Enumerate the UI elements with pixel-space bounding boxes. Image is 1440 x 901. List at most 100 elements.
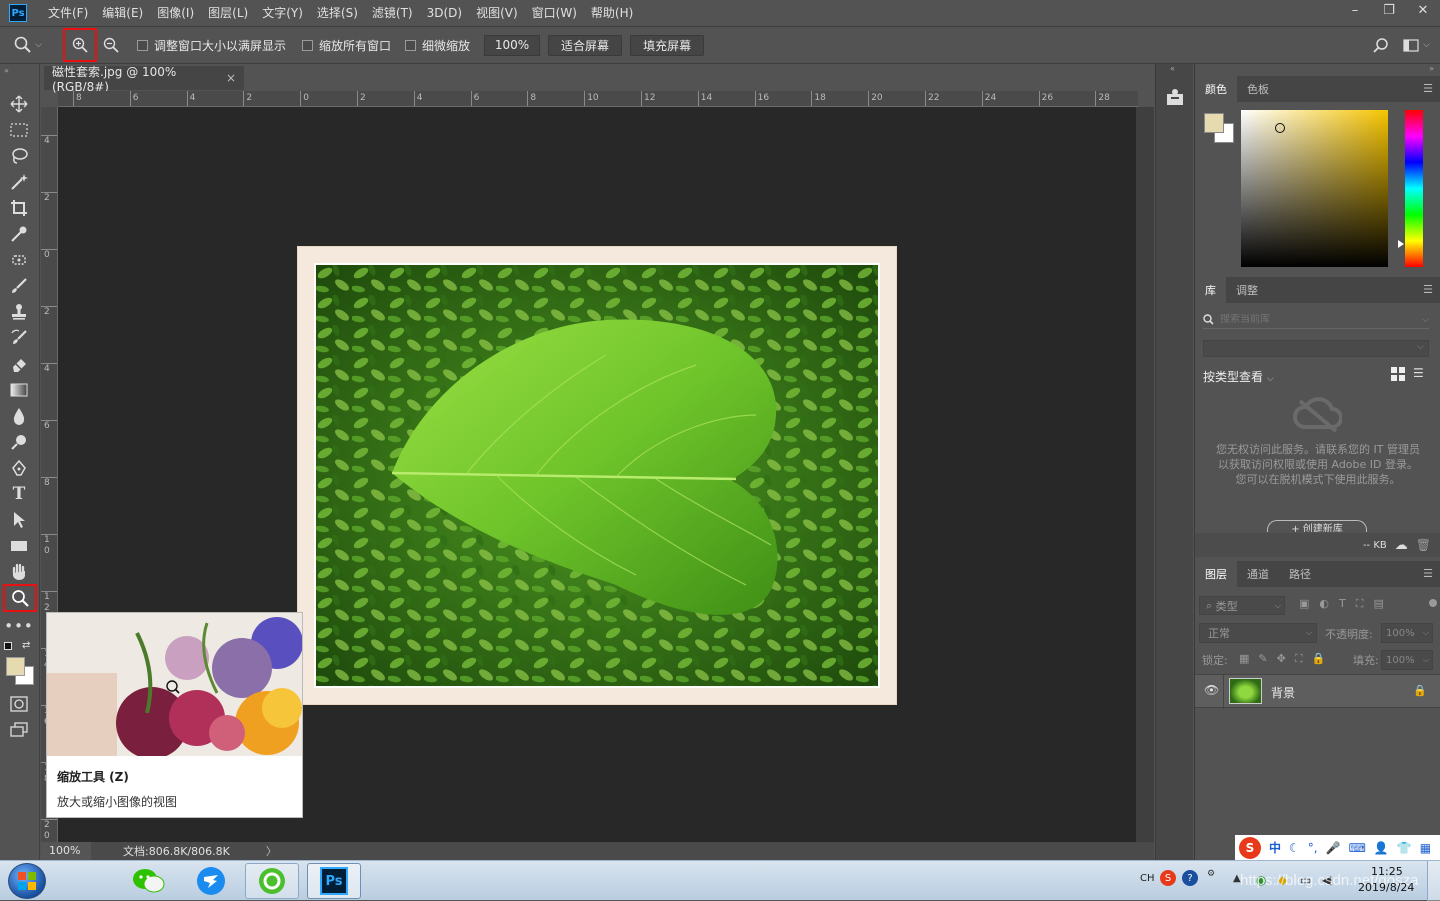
tab-paths[interactable]: 路径	[1279, 561, 1321, 587]
magic-wand-tool[interactable]	[6, 170, 32, 194]
library-search-input[interactable]	[1220, 314, 1410, 325]
opacity-field[interactable]: 100% ⌵	[1381, 623, 1433, 643]
zoom-level-field[interactable]: 100%	[41, 842, 91, 860]
lock-artboard-icon[interactable]: ⛶	[1295, 652, 1303, 666]
punctuation-icon[interactable]: °,	[1308, 841, 1318, 855]
user-icon[interactable]: 👤	[1374, 841, 1389, 855]
ime-mode[interactable]: 中	[1269, 839, 1281, 856]
show-desktop-button[interactable]	[1427, 861, 1440, 901]
fit-screen-button[interactable]: 适合屏幕	[548, 34, 623, 56]
menu-edit[interactable]: 编辑(E)	[95, 0, 150, 26]
sogou-tray-icon[interactable]: S	[1160, 870, 1176, 886]
learn-panel-button[interactable]	[1166, 88, 1184, 109]
fill-field[interactable]: 100% ⌵	[1381, 650, 1433, 670]
panel-menu-icon[interactable]: ☰	[1423, 283, 1433, 296]
panel-menu-icon[interactable]: ☰	[1423, 567, 1433, 580]
tab-libraries[interactable]: 库	[1195, 277, 1226, 303]
menu-help[interactable]: 帮助(H)	[584, 0, 640, 26]
crop-tool[interactable]	[6, 196, 32, 220]
zoom-value-button[interactable]: 100%	[484, 34, 541, 56]
adjustment-filter-icon[interactable]: ◐	[1319, 597, 1329, 611]
create-library-button[interactable]: + 创建新库	[1267, 520, 1367, 532]
rectangle-tool[interactable]	[6, 534, 32, 558]
scrubby-zoom-checkbox[interactable]: 细微缩放	[405, 37, 470, 54]
grid-view-icon[interactable]	[1391, 367, 1405, 381]
collapse-right-icon[interactable]: »	[1429, 64, 1434, 73]
menu-select[interactable]: 选择(S)	[310, 0, 365, 26]
sogou-logo-icon[interactable]: S	[1239, 836, 1261, 859]
image-filter-icon[interactable]: ▣	[1299, 597, 1309, 611]
menu-type[interactable]: 文字(Y)	[255, 0, 310, 26]
color-picker-cursor[interactable]	[1275, 123, 1285, 133]
type-filter-icon[interactable]: T	[1339, 597, 1346, 611]
vertical-scrollbar[interactable]	[1136, 107, 1154, 842]
collapse-panels-icon[interactable]: «	[1170, 64, 1175, 73]
fill-screen-button[interactable]: 填充屏幕	[630, 34, 705, 56]
tab-adjustments[interactable]: 调整	[1226, 277, 1268, 303]
collapse-toolbar-icon[interactable]: »	[4, 66, 9, 75]
menu-view[interactable]: 视图(V)	[469, 0, 525, 26]
list-view-icon[interactable]: ☰	[1413, 366, 1424, 380]
menu-layer[interactable]: 图层(L)	[201, 0, 255, 26]
menu-file[interactable]: 文件(F)	[41, 0, 95, 26]
help-icon[interactable]: ?	[1182, 870, 1198, 886]
minimize-button[interactable]: –	[1338, 0, 1372, 20]
smart-object-filter-icon[interactable]: ▤	[1373, 597, 1383, 611]
zoom-in-button[interactable]	[63, 28, 97, 62]
workspace-switcher[interactable]: ⌵	[1403, 38, 1430, 52]
hand-tool[interactable]	[6, 560, 32, 584]
dodge-tool[interactable]	[6, 430, 32, 454]
tab-color[interactable]: 颜色	[1195, 76, 1237, 102]
panel-menu-icon[interactable]: ☰	[1423, 82, 1433, 95]
menu-window[interactable]: 窗口(W)	[525, 0, 584, 26]
quick-mask-button[interactable]	[6, 692, 32, 716]
language-indicator[interactable]: CH	[1140, 873, 1155, 884]
zoom-all-checkbox[interactable]: 缩放所有窗口	[302, 37, 391, 54]
eraser-tool[interactable]	[6, 352, 32, 376]
tool-preset-picker[interactable]: ⌵	[6, 36, 50, 54]
restore-button[interactable]: ❐	[1372, 0, 1406, 20]
close-window-button[interactable]: ✕	[1406, 0, 1440, 20]
skin-icon[interactable]: 👕	[1397, 841, 1412, 855]
hue-slider-handle[interactable]	[1398, 240, 1404, 248]
filter-toggle-icon[interactable]	[1429, 599, 1437, 607]
pen-tool[interactable]	[6, 456, 32, 480]
color-swatches[interactable]: ⇄	[4, 640, 36, 690]
status-menu-arrow[interactable]: 〉	[266, 843, 277, 859]
default-colors-icon[interactable]	[4, 642, 12, 650]
zoom-out-button[interactable]	[99, 33, 123, 57]
tab-layers[interactable]: 图层	[1195, 561, 1237, 587]
type-tool[interactable]: T	[6, 482, 32, 506]
library-search-field[interactable]: ⌵	[1203, 311, 1429, 329]
taskbar-wechat[interactable]	[122, 863, 176, 899]
swap-colors-icon[interactable]: ⇄	[22, 640, 30, 651]
moon-icon[interactable]: ☾	[1289, 841, 1300, 855]
edit-toolbar-button[interactable]: •••	[4, 614, 33, 638]
gradient-tool[interactable]	[6, 378, 32, 402]
layer-row-background[interactable]: 👁 背景 🔒	[1195, 674, 1440, 709]
lock-brush-icon[interactable]: ✎	[1258, 652, 1267, 666]
document-tab[interactable]: 磁性套索.jpg @ 100%(RGB/8#) ×	[44, 65, 244, 94]
taskbar-photoshop[interactable]: Ps	[307, 863, 361, 899]
cloud-sync-icon[interactable]: ☁	[1395, 538, 1408, 553]
menu-filter[interactable]: 滤镜(T)	[365, 0, 420, 26]
tray-options-icon[interactable]: ⚙	[1207, 869, 1215, 879]
lock-all-icon[interactable]: 🔒	[1312, 652, 1326, 666]
lock-position-icon[interactable]: ✥	[1277, 652, 1286, 666]
search-icon[interactable]	[1373, 37, 1389, 53]
tab-channels[interactable]: 通道	[1237, 561, 1279, 587]
menu-image[interactable]: 图像(I)	[150, 0, 201, 26]
menu-3d[interactable]: 3D(D)	[420, 0, 469, 26]
tab-swatches[interactable]: 色板	[1237, 76, 1279, 102]
color-field[interactable]	[1241, 110, 1388, 267]
start-button[interactable]	[8, 863, 46, 899]
taskbar-dingtalk[interactable]	[184, 863, 238, 899]
lasso-tool[interactable]	[6, 144, 32, 168]
panel-foreground-swatch[interactable]	[1204, 113, 1224, 133]
visibility-eye-icon[interactable]: 👁	[1204, 683, 1219, 697]
blur-tool[interactable]	[6, 404, 32, 428]
brush-tool[interactable]	[6, 274, 32, 298]
screen-mode-button[interactable]	[6, 718, 32, 742]
library-dropdown[interactable]: ⌵	[1203, 340, 1429, 357]
close-tab-icon[interactable]: ×	[226, 71, 236, 85]
